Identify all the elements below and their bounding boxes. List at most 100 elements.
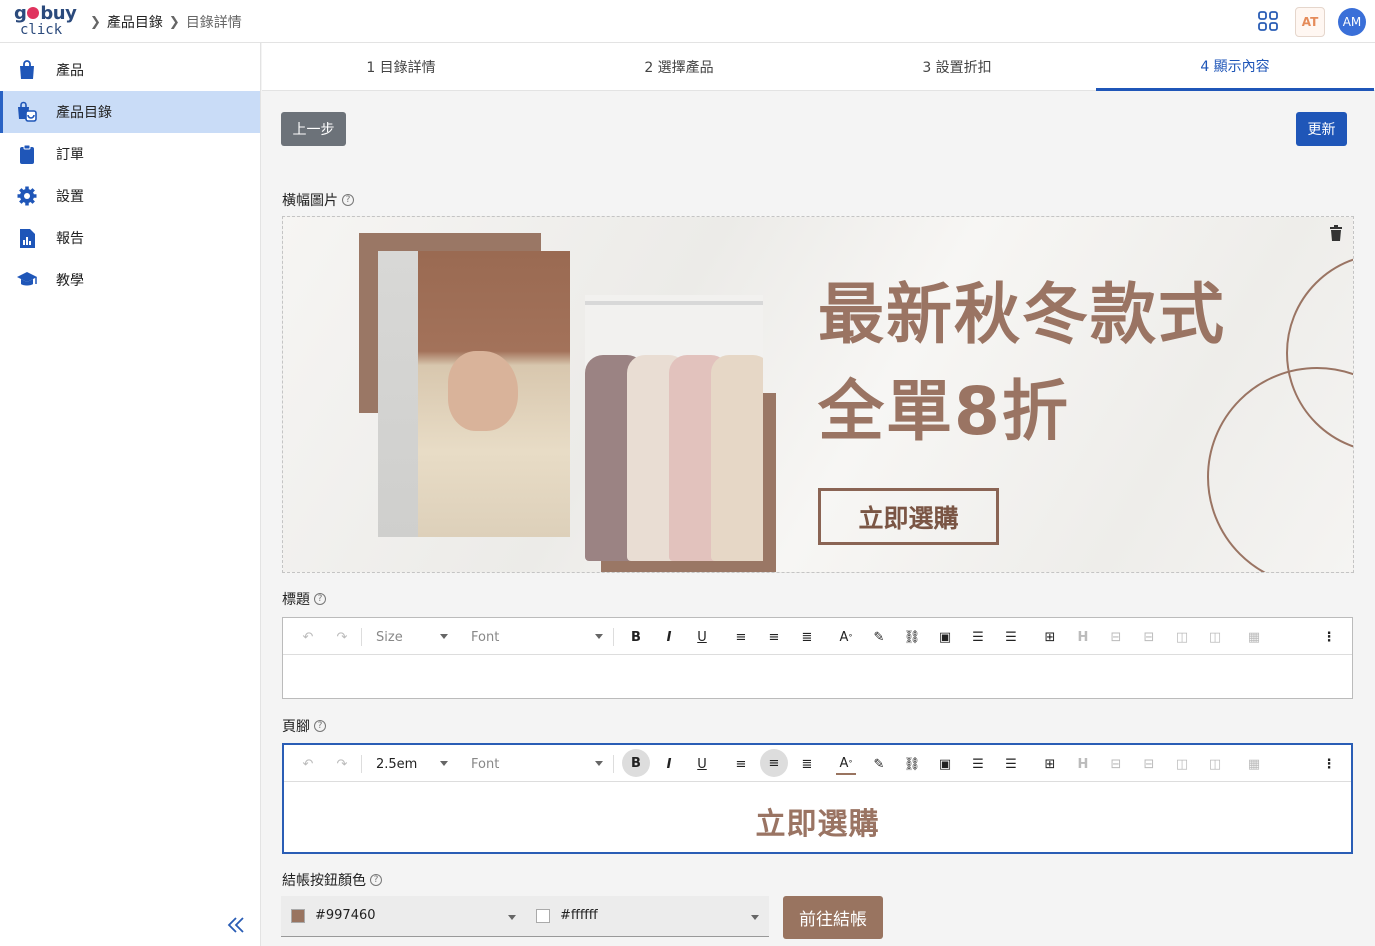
insert-column-left-icon[interactable]: ◫ [1172, 626, 1192, 648]
redo-icon[interactable]: ↷ [333, 753, 351, 775]
update-button[interactable]: 更新 [1296, 112, 1347, 146]
align-center-icon[interactable]: ≡ [764, 626, 784, 648]
insert-row-below-icon[interactable]: ⊟ [1139, 626, 1159, 648]
chevron-right-icon: ❯ [168, 14, 180, 30]
translate-button[interactable]: AT [1295, 7, 1325, 37]
sidebar-item-orders[interactable]: 訂單 [0, 133, 260, 175]
color-swatch [291, 909, 305, 923]
report-icon [20, 229, 35, 248]
table-header-icon[interactable]: H [1073, 753, 1093, 775]
underline-button[interactable]: U [692, 753, 712, 775]
sidebar-item-reports[interactable]: 報告 [0, 217, 260, 259]
align-justify-icon[interactable]: ≣ [797, 626, 817, 648]
chevron-right-icon: ❯ [90, 14, 101, 30]
merge-cells-icon[interactable]: ▦ [1244, 753, 1264, 775]
insert-column-left-icon[interactable]: ◫ [1172, 753, 1192, 775]
table-header-icon[interactable]: H [1073, 626, 1093, 648]
breadcrumb-catalog[interactable]: 產品目錄 [107, 12, 163, 32]
bold-button[interactable]: B [626, 626, 646, 648]
insert-row-below-icon[interactable]: ⊟ [1139, 753, 1159, 775]
undo-icon[interactable]: ↶ [299, 753, 317, 775]
insert-row-above-icon[interactable]: ⊟ [1106, 626, 1126, 648]
collapse-sidebar-icon[interactable] [225, 914, 247, 936]
toolbar-divider [361, 755, 362, 773]
align-left-icon[interactable]: ≡ [731, 753, 751, 775]
image-icon[interactable]: ▣ [935, 753, 955, 775]
top-header: g buy click ❯ 產品目錄 ❯ 目錄詳情 AT AM [0, 0, 1375, 43]
gobuy-logo[interactable]: g buy click [14, 5, 78, 39]
bullet-list-icon[interactable]: ☰ [1001, 753, 1021, 775]
bold-button[interactable]: B [622, 749, 650, 777]
title-label-text: 標題 [282, 592, 310, 608]
user-avatar[interactable]: AM [1338, 8, 1366, 36]
help-icon[interactable]: ? [314, 720, 326, 732]
font-color-icon[interactable]: A ° [836, 753, 856, 775]
font-color-icon[interactable]: A ° [836, 626, 856, 648]
more-vertical-icon[interactable]: ⋮ [1319, 626, 1339, 648]
bullet-list-icon[interactable]: ☰ [1001, 626, 1021, 648]
align-left-icon[interactable]: ≡ [731, 626, 751, 648]
toolbar-divider [613, 628, 614, 646]
insert-table-icon[interactable]: ⊞ [1040, 626, 1060, 648]
tab-step-catalog-details[interactable]: 1 目錄詳情 [262, 43, 540, 91]
size-select-value: Size [376, 629, 403, 645]
insert-row-above-icon[interactable]: ⊟ [1106, 753, 1126, 775]
insert-table-icon[interactable]: ⊞ [1040, 753, 1060, 775]
merge-cells-icon[interactable]: ▦ [1244, 626, 1264, 648]
highlight-pen-icon[interactable]: ✎ [869, 753, 889, 775]
logo-wordmark-top: g buy [14, 3, 77, 24]
caret-down-icon [508, 915, 516, 920]
italic-button[interactable]: I [659, 753, 679, 775]
ordered-list-icon[interactable]: ☰ [968, 753, 988, 775]
apps-grid-icon[interactable] [1257, 10, 1279, 32]
tab-step-display-content[interactable]: 4 顯示內容 [1096, 43, 1374, 91]
banner-image[interactable]: 最新秋冬款式 全單8折 立即選購 [282, 216, 1354, 573]
underline-button[interactable]: U [692, 626, 712, 648]
highlight-pen-icon[interactable]: ✎ [869, 626, 889, 648]
color-swatch [536, 909, 550, 923]
undo-icon[interactable]: ↶ [299, 626, 317, 648]
size-select[interactable]: Size [376, 626, 448, 648]
align-center-icon[interactable]: ≡ [760, 749, 788, 777]
more-vertical-icon[interactable]: ⋮ [1319, 753, 1339, 775]
previous-step-button[interactable]: 上一步 [281, 112, 346, 146]
sidebar-item-settings[interactable]: 設置 [0, 175, 260, 217]
italic-button[interactable]: I [659, 626, 679, 648]
sidebar-item-label: 設置 [56, 189, 84, 205]
footer-editor-content[interactable]: 立即選購 [284, 783, 1351, 852]
title-editor: ↶ ↷ Size Font B I U ≡ ≡ ≣ A ° ✎ ⛓ ▣ ☰ ☰ ⊞… [282, 617, 1353, 699]
catalog-icon [18, 101, 37, 122]
size-select[interactable]: 2.5em [376, 753, 448, 775]
footer-label: 頁腳 ? [282, 716, 326, 736]
ordered-list-icon[interactable]: ☰ [968, 626, 988, 648]
sweater [711, 355, 763, 561]
help-icon[interactable]: ? [370, 874, 382, 886]
photo-hand [448, 351, 518, 431]
font-select-value: Font [471, 629, 500, 645]
link-icon[interactable]: ⛓ [902, 626, 922, 648]
help-icon[interactable]: ? [314, 593, 326, 605]
tab-step-discount[interactable]: 3 設置折扣 [818, 43, 1096, 91]
sidebar-item-tutorial[interactable]: 教學 [0, 259, 260, 301]
align-justify-icon[interactable]: ≣ [797, 753, 817, 775]
font-select[interactable]: Font [471, 626, 603, 648]
image-icon[interactable]: ▣ [935, 626, 955, 648]
font-select[interactable]: Font [471, 753, 603, 775]
checkout-color-label: 結帳按鈕顏色 ? [282, 870, 382, 890]
trash-icon[interactable] [1329, 225, 1343, 241]
checkout-text-color-select[interactable]: #ffffff [526, 896, 769, 937]
tab-step-select-products[interactable]: 2 選擇產品 [540, 43, 818, 91]
sidebar-item-label: 產品 [56, 63, 84, 79]
sidebar-item-catalog[interactable]: 產品目錄 [0, 91, 260, 133]
insert-column-right-icon[interactable]: ◫ [1205, 626, 1225, 648]
help-icon[interactable]: ? [342, 194, 354, 206]
sidebar-item-label: 報告 [56, 231, 84, 247]
insert-column-right-icon[interactable]: ◫ [1205, 753, 1225, 775]
checkout-preview-button[interactable]: 前往結帳 [783, 896, 883, 939]
redo-icon[interactable]: ↷ [333, 626, 351, 648]
link-icon[interactable]: ⛓ [902, 753, 922, 775]
sidebar-item-products[interactable]: 產品 [0, 49, 260, 91]
checkout-bg-color-select[interactable]: #997460 [281, 896, 526, 937]
title-editor-content[interactable] [283, 656, 1352, 698]
clipboard-icon [20, 144, 34, 164]
